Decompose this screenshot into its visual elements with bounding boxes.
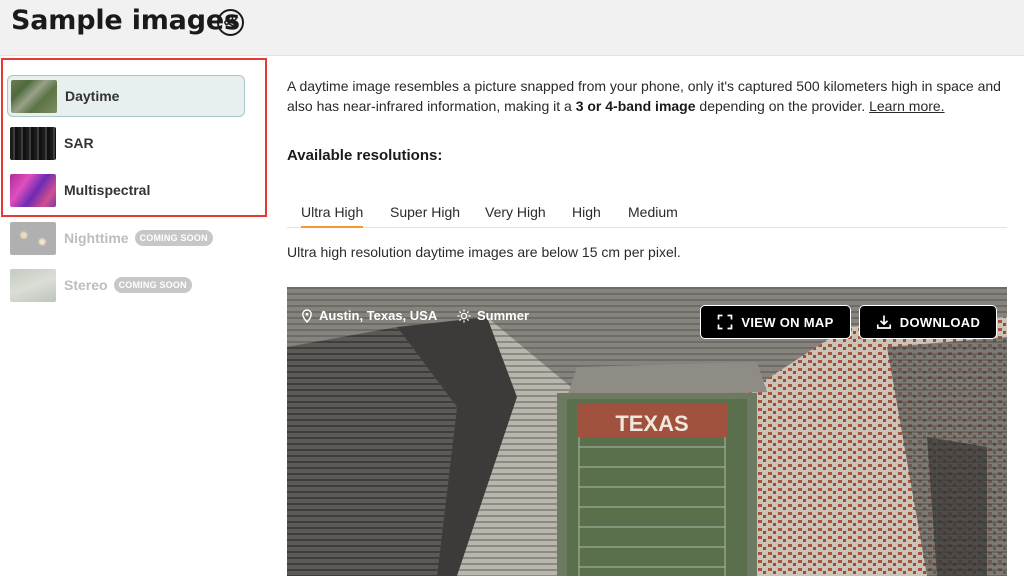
image-viewer[interactable]: TEXAS Austin, Texas, USA Summer VIEW ON … (287, 287, 1007, 576)
download-label: DOWNLOAD (899, 314, 981, 330)
expand-icon (718, 314, 733, 330)
resolution-tabs: Ultra High Super High Very High High Med… (287, 200, 1007, 228)
description-part: depending on the provider. (695, 98, 870, 114)
daytime-thumbnail (11, 79, 57, 113)
season-text: Summer (477, 308, 530, 323)
sidebar-item-multispectral[interactable]: Multispectral (7, 169, 245, 211)
download-icon (876, 315, 891, 329)
share-icon (224, 15, 237, 30)
tab-very-high[interactable]: Very High (485, 204, 546, 228)
header-bar: Sample images (0, 0, 1024, 56)
sidebar-item-label: Stereo (64, 277, 108, 293)
learn-more-link[interactable]: Learn more. (869, 98, 944, 114)
sun-icon (457, 309, 471, 322)
tab-ultra-high[interactable]: Ultra High (301, 204, 364, 228)
coming-soon-badge: COMING SOON (134, 230, 213, 246)
sidebar-item-label: Daytime (65, 88, 120, 104)
sidebar-item-nighttime: Nighttime COMING SOON (7, 217, 245, 259)
sidebar-item-sar[interactable]: SAR (7, 122, 245, 164)
nighttime-thumbnail (10, 221, 56, 255)
sar-thumbnail (10, 126, 56, 160)
share-button[interactable] (217, 9, 244, 36)
page-title: Sample images (11, 5, 240, 36)
location-pin-icon (302, 308, 312, 323)
resolutions-title: Available resolutions: (287, 147, 443, 164)
tab-super-high[interactable]: Super High (390, 204, 460, 228)
multispectral-thumbnail (10, 173, 56, 207)
stereo-thumbnail (10, 268, 56, 302)
sidebar-item-stereo: Stereo COMING SOON (7, 264, 245, 306)
coming-soon-badge: COMING SOON (113, 277, 192, 293)
tab-medium[interactable]: Medium (628, 204, 678, 228)
sidebar-item-label: SAR (64, 135, 94, 151)
sidebar-item-label: Nighttime (64, 230, 129, 246)
season-meta: Summer (457, 308, 529, 323)
resolution-note: Ultra high resolution daytime images are… (287, 244, 681, 260)
tab-high[interactable]: High (572, 204, 601, 228)
download-button[interactable]: DOWNLOAD (859, 305, 997, 339)
description-text: A daytime image resembles a picture snap… (287, 76, 1007, 116)
view-on-map-label: VIEW ON MAP (741, 314, 834, 330)
sidebar-item-daytime[interactable]: Daytime (7, 75, 245, 117)
location-text: Austin, Texas, USA (319, 308, 438, 323)
sidebar-item-label: Multispectral (64, 182, 151, 198)
view-on-map-button[interactable]: VIEW ON MAP (700, 305, 851, 339)
end-zone-text: TEXAS (615, 411, 688, 436)
description-bold: 3 or 4-band image (575, 98, 696, 114)
location-meta: Austin, Texas, USA (301, 308, 437, 323)
